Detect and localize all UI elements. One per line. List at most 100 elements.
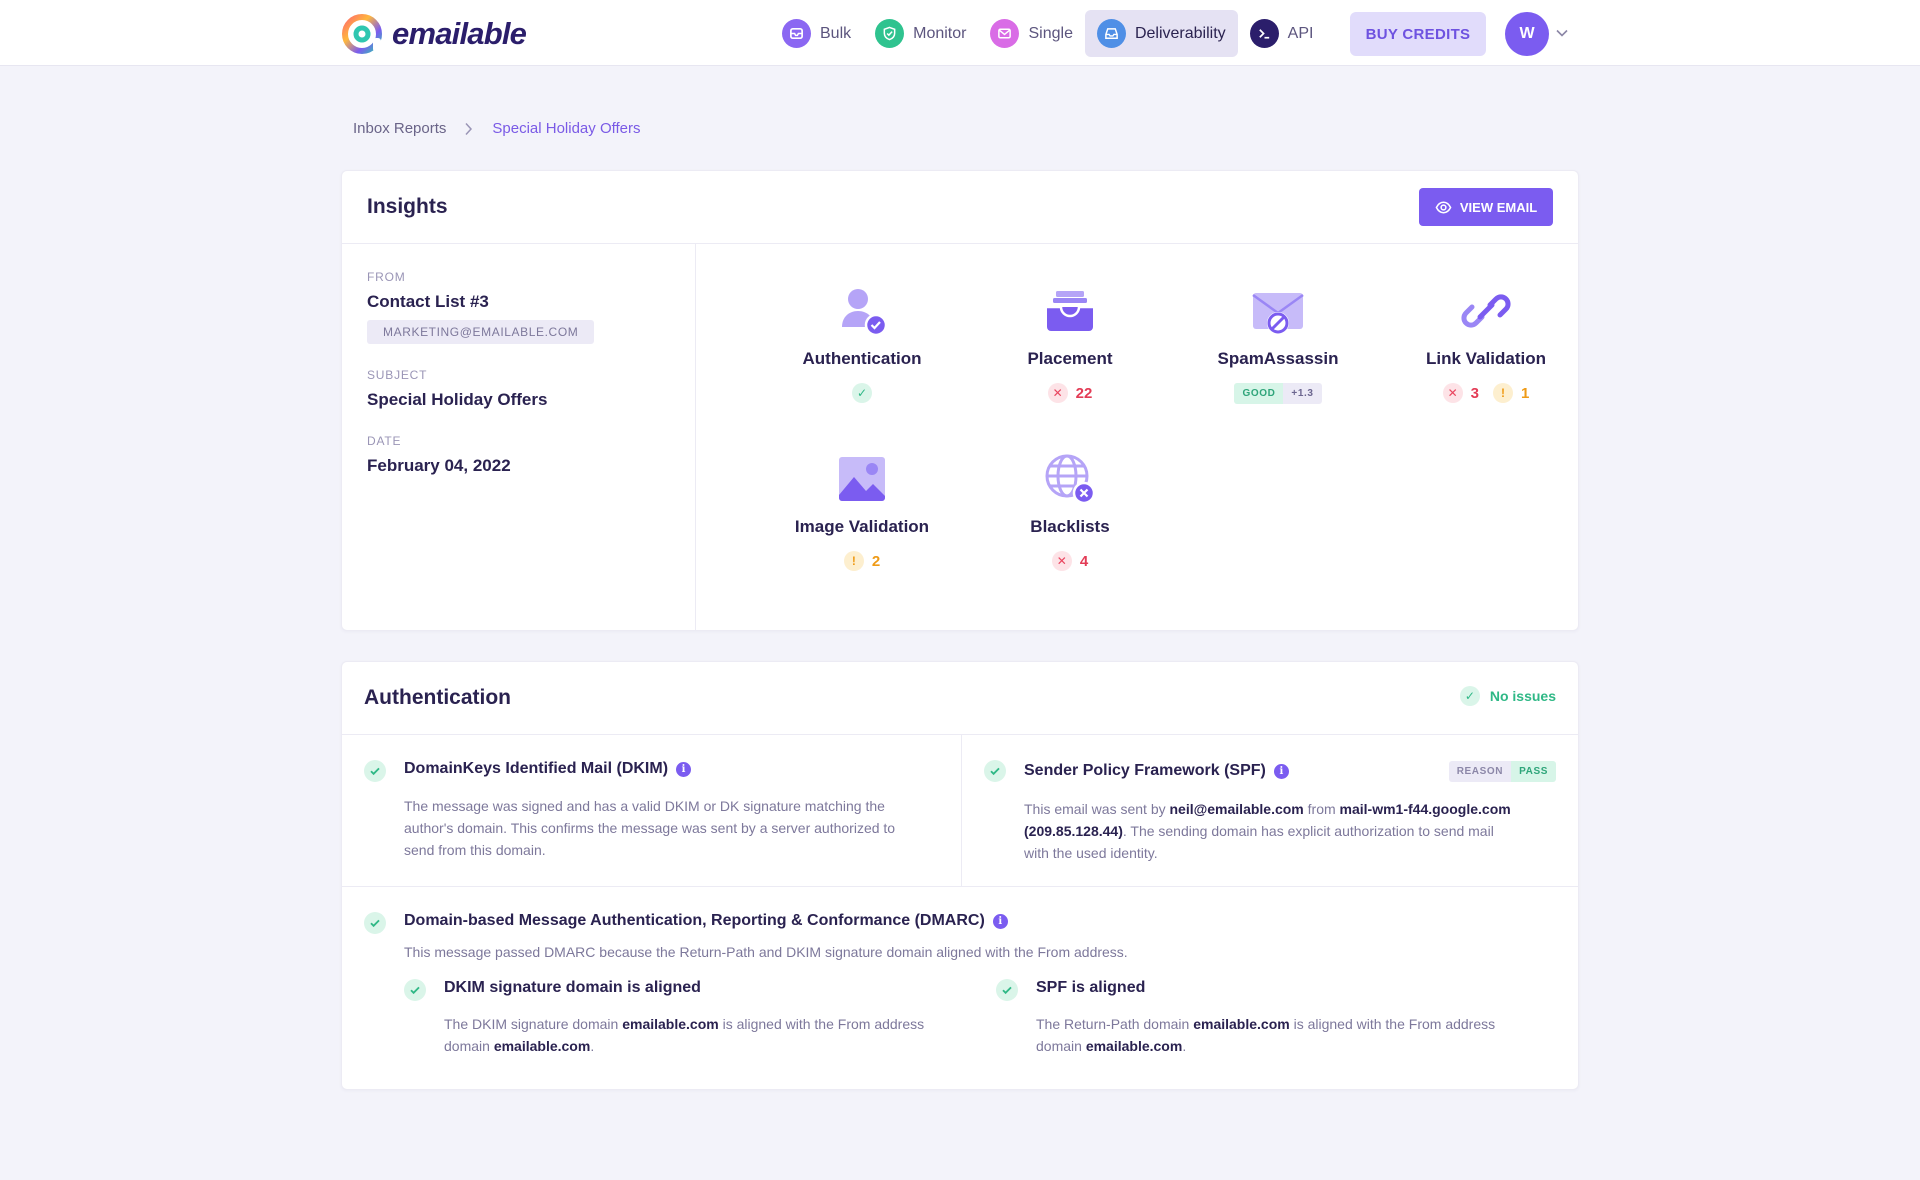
warning-icon: !	[1493, 383, 1513, 403]
dkim-description: The message was signed and has a valid D…	[404, 795, 895, 861]
dkim-section: DomainKeys Identified Mail (DKIM) i The …	[342, 735, 962, 887]
tile-authentication[interactable]: Authentication ✓	[758, 283, 966, 403]
tile-label: Blacklists	[1030, 517, 1110, 536]
link-icon	[1461, 294, 1511, 328]
subject-value: Special Holiday Offers	[367, 390, 548, 409]
nav-item-single[interactable]: Single	[978, 10, 1084, 57]
from-domain: emailable.com	[1085, 1038, 1183, 1054]
from-block: FROM Contact List #3 MARKETING@EMAILABLE…	[367, 270, 670, 344]
main-nav: Bulk Monitor Single Deliverability API	[770, 10, 1325, 57]
chevron-right-icon	[465, 122, 473, 135]
warning-count: 2	[871, 552, 881, 570]
check-icon: ✓	[1459, 686, 1480, 706]
inbox-tray-icon	[1047, 291, 1093, 331]
dkim-heading: DomainKeys Identified Mail (DKIM) i	[404, 760, 692, 778]
spam-rating: GOOD	[1234, 383, 1284, 404]
dkim-aligned-text: .	[590, 1038, 595, 1054]
nav-item-bulk[interactable]: Bulk	[770, 10, 863, 57]
brand-logo[interactable]: emailable	[340, 12, 527, 56]
globe-blocked-icon	[1045, 454, 1096, 505]
eye-icon	[1435, 201, 1452, 213]
check-icon	[404, 979, 426, 1001]
dmarc-heading: Domain-based Message Authentication, Rep…	[404, 912, 1008, 930]
dkim-aligned-text: domain	[444, 1038, 494, 1054]
dkim-line: author's domain. This confirms the messa…	[404, 820, 896, 836]
tile-label: Link Validation	[1426, 349, 1546, 368]
email-meta-panel: FROM Contact List #3 MARKETING@EMAILABLE…	[342, 244, 696, 630]
nav-label: Monitor	[913, 24, 967, 42]
image-icon	[839, 457, 885, 501]
tile-link-validation[interactable]: Link Validation ✕ 3 ! 1	[1382, 283, 1590, 403]
subject-block: SUBJECT Special Holiday Offers	[367, 368, 670, 410]
user-check-icon	[842, 289, 888, 337]
nav-label: Single	[1028, 24, 1073, 42]
tile-spamassassin[interactable]: SpamAssassin GOOD +1.3	[1174, 283, 1382, 404]
check-icon	[364, 912, 386, 934]
breadcrumb: Inbox Reports Special Holiday Offers	[353, 120, 641, 137]
error-count: 4	[1079, 552, 1089, 570]
avatar[interactable]: W	[1505, 12, 1549, 56]
dmarc-description: This message passed DMARC because the Re…	[404, 944, 1128, 960]
envelope-blocked-icon	[1252, 293, 1304, 334]
spf-title: Sender Policy Framework (SPF)	[1024, 762, 1266, 779]
check-icon	[996, 979, 1018, 1001]
terminal-icon	[1249, 19, 1279, 48]
status-badge: ✓ No issues	[1459, 686, 1556, 706]
nav-item-deliverability[interactable]: Deliverability	[1084, 10, 1238, 57]
spf-description: This email was sent by neil@emailable.co…	[1024, 798, 1544, 864]
shield-icon	[875, 19, 905, 48]
spf-aligned-text: domain	[1036, 1038, 1086, 1054]
date-block: DATE February 04, 2022	[367, 434, 670, 476]
from-label: FROM	[367, 270, 406, 284]
spf-aligned-text: The Return-Path domain	[1036, 1016, 1194, 1032]
from-name: Contact List #3	[367, 292, 489, 311]
insights-header: Insights VIEW EMAIL	[342, 171, 1578, 244]
inbox-icon	[1096, 19, 1126, 48]
error-count: 3	[1470, 384, 1479, 402]
nav-item-monitor[interactable]: Monitor	[863, 10, 978, 57]
view-email-button[interactable]: VIEW EMAIL	[1419, 188, 1553, 226]
spam-score-badge: GOOD +1.3	[1234, 383, 1322, 404]
spf-aligned-text: .	[1182, 1038, 1187, 1054]
subject-label: SUBJECT	[367, 368, 428, 382]
buy-credits-button[interactable]: BUY CREDITS	[1350, 12, 1486, 56]
dkim-line: The message was signed and has a valid D…	[404, 798, 885, 814]
warning-icon: !	[843, 551, 864, 571]
authentication-card: Authentication ✓ No issues DomainKeys Id…	[341, 661, 1579, 1090]
spf-result-badge: REASON PASS	[1448, 761, 1556, 782]
tile-label: Placement	[1027, 349, 1113, 368]
dkim-domain: emailable.com	[622, 1016, 719, 1032]
insights-card: Insights VIEW EMAIL FROM Contact List #3…	[341, 170, 1579, 631]
info-icon[interactable]: i	[676, 761, 692, 777]
envelope-icon	[990, 19, 1020, 48]
tile-placement[interactable]: Placement ✕ 22	[966, 283, 1174, 403]
check-icon	[984, 760, 1006, 782]
spf-aligned-title: SPF is aligned	[1036, 979, 1146, 996]
spf-aligned-text: is aligned with the From address	[1289, 1016, 1496, 1032]
spf-text: from	[1303, 801, 1340, 817]
chevron-down-icon[interactable]	[1555, 26, 1569, 40]
insights-title: Insights	[367, 195, 448, 218]
tile-label: SpamAssassin	[1217, 349, 1339, 368]
nav-item-api[interactable]: API	[1238, 10, 1326, 57]
spf-aligned-description: The Return-Path domain emailable.com is …	[1036, 1013, 1495, 1057]
from-email: MARKETING@EMAILABLE.COM	[367, 320, 595, 344]
tile-image-validation[interactable]: Image Validation ! 2	[758, 451, 966, 571]
info-icon[interactable]: i	[992, 913, 1008, 929]
dkim-aligned-description: The DKIM signature domain emailable.com …	[444, 1013, 924, 1057]
dkim-aligned-text: is aligned with the From address	[718, 1016, 925, 1032]
breadcrumb-current: Special Holiday Offers	[492, 120, 641, 137]
from-domain: emailable.com	[493, 1038, 591, 1054]
emailable-logo-icon	[342, 14, 382, 54]
auth-checks-row: DomainKeys Identified Mail (DKIM) i The …	[342, 735, 1578, 887]
spf-section: Sender Policy Framework (SPF) i REASON P…	[962, 735, 1578, 887]
bulk-icon	[782, 19, 811, 48]
authentication-title: Authentication	[364, 686, 511, 709]
error-count: 22	[1075, 384, 1093, 402]
tile-blacklists[interactable]: Blacklists ✕ 4	[966, 451, 1174, 571]
spf-sender: neil@emailable.com	[1169, 801, 1304, 817]
breadcrumb-inbox-reports[interactable]: Inbox Reports	[353, 120, 446, 137]
error-icon: ✕	[1051, 551, 1072, 571]
info-icon[interactable]: i	[1273, 763, 1289, 779]
spf-text: This email was sent by	[1024, 801, 1170, 817]
